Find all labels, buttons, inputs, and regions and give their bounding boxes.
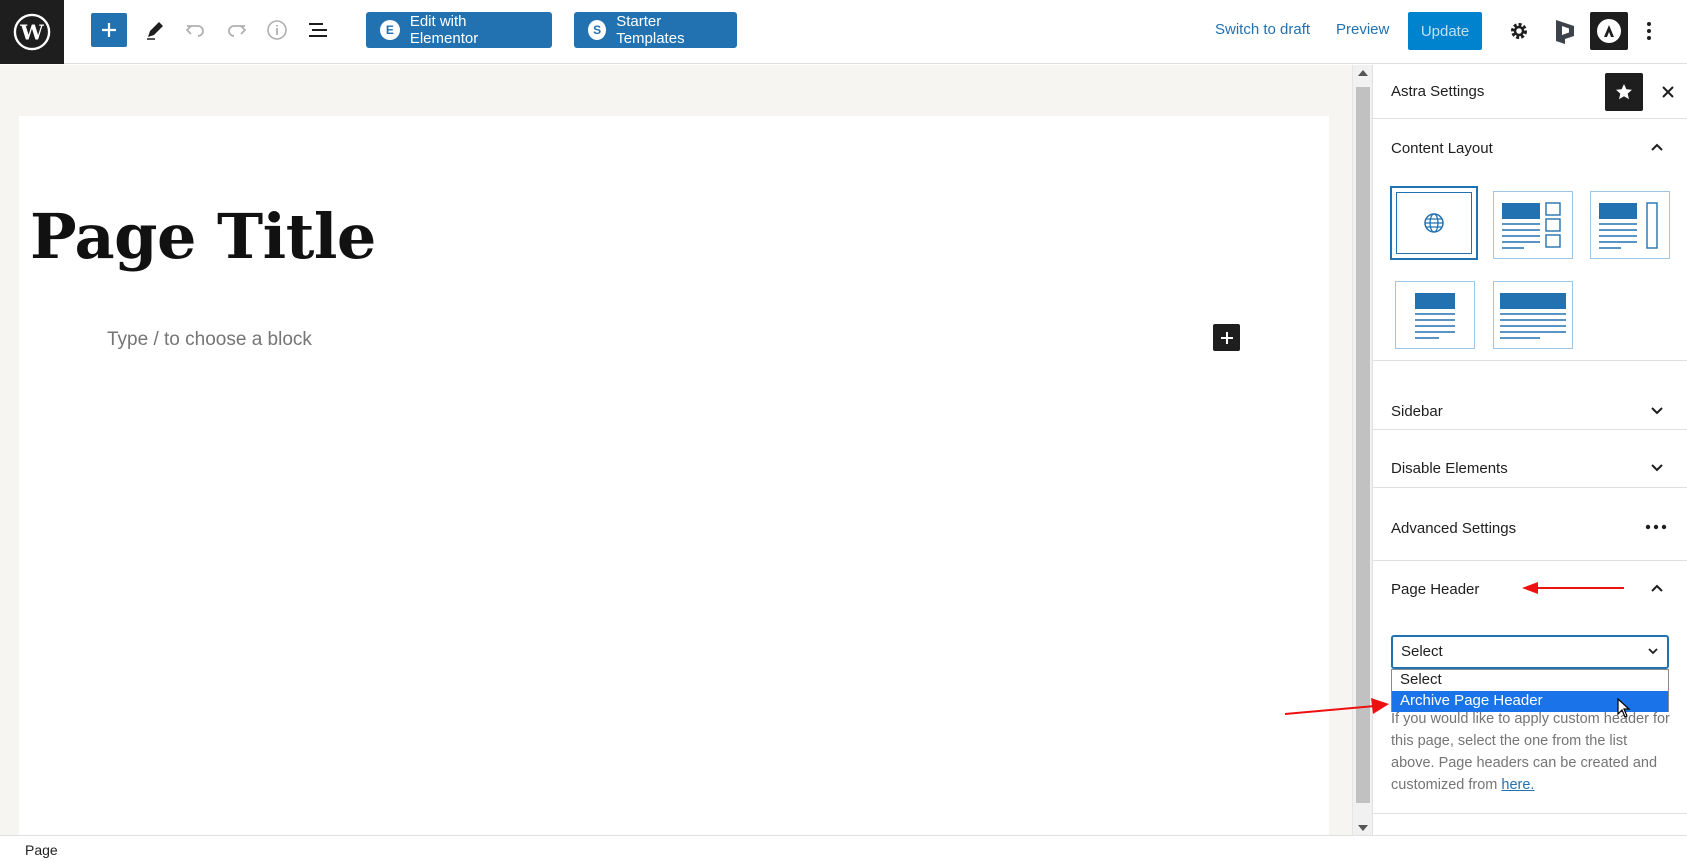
annotation-arrow-icon — [1522, 582, 1624, 594]
sidebar-header: Astra Settings — [1373, 65, 1687, 119]
layout-option-boxed[interactable] — [1493, 191, 1573, 259]
annotation-arrow-icon — [1284, 698, 1389, 715]
list-view-button[interactable] — [304, 16, 332, 44]
chevron-down-icon[interactable] — [1649, 403, 1665, 419]
plus-icon — [1220, 331, 1233, 344]
redo-icon — [228, 25, 247, 37]
pencil-icon — [147, 22, 163, 40]
settings-button[interactable] — [1502, 14, 1536, 48]
astra-settings-sidebar: Astra Settings Content Layout Sidebar Di… — [1372, 65, 1687, 835]
starter-templates-button[interactable]: S Starter Templates — [574, 12, 737, 48]
page-title[interactable]: Page Title — [30, 200, 376, 273]
plugin-p-button[interactable] — [1548, 14, 1582, 48]
more-vertical-icon — [1647, 22, 1651, 40]
chevron-up-icon[interactable] — [1649, 580, 1665, 596]
starter-templates-label: Starter Templates — [616, 13, 685, 47]
undo-icon — [185, 25, 204, 37]
more-horizontal-icon[interactable] — [1645, 519, 1667, 535]
update-button[interactable]: Update — [1408, 12, 1482, 50]
gear-icon — [1511, 23, 1527, 39]
advanced-settings-title[interactable]: Advanced Settings — [1391, 520, 1516, 537]
pin-sidebar-button[interactable] — [1605, 73, 1643, 111]
switch-to-draft-link[interactable]: Switch to draft — [1215, 21, 1310, 38]
mouse-cursor-icon — [1617, 698, 1631, 718]
astra-logo-icon — [1597, 19, 1621, 43]
sidebar-title: Astra Settings — [1391, 83, 1485, 100]
layout-content-boxed-icon — [1599, 202, 1658, 249]
scroll-down-icon[interactable] — [1358, 825, 1368, 831]
p-logo-icon — [1556, 20, 1574, 44]
layout-boxed-icon — [1502, 202, 1561, 249]
svg-text:W: W — [19, 20, 44, 45]
inline-add-block-button[interactable] — [1213, 324, 1240, 351]
page-header-help-text: If you would like to apply custom header… — [1391, 711, 1670, 793]
page-header-select[interactable]: Select — [1391, 635, 1669, 669]
chevron-down-icon[interactable] — [1649, 460, 1665, 476]
page-header-title[interactable]: Page Header — [1391, 581, 1479, 598]
content-layout-title[interactable]: Content Layout — [1391, 140, 1493, 157]
options-menu-button[interactable] — [1634, 14, 1664, 48]
redo-button[interactable] — [222, 16, 250, 44]
layout-option-default[interactable] — [1391, 187, 1477, 259]
sidebar-panel-title[interactable]: Sidebar — [1391, 403, 1443, 420]
disable-elements-title[interactable]: Disable Elements — [1391, 460, 1508, 477]
wordpress-logo-icon[interactable]: W — [0, 0, 64, 64]
globe-icon — [1424, 213, 1444, 233]
add-block-button[interactable] — [91, 13, 127, 47]
top-toolbar: W E Edit with Elementor S Starter Templa… — [0, 0, 1687, 64]
list-view-icon — [309, 23, 327, 37]
chevron-up-icon[interactable] — [1649, 139, 1665, 155]
editor-footer: Page — [0, 835, 1687, 862]
close-icon — [1662, 86, 1674, 98]
elementor-icon: E — [380, 20, 400, 40]
info-icon — [267, 20, 287, 40]
undo-button[interactable] — [182, 16, 210, 44]
page-header-select-value: Select — [1401, 643, 1443, 660]
edit-with-elementor-label: Edit with Elementor — [409, 13, 479, 47]
layout-full-width-stretched-icon — [1500, 293, 1566, 339]
dropdown-option-select[interactable]: Select — [1392, 670, 1668, 691]
wordpress-icon: W — [13, 13, 51, 51]
preview-link[interactable]: Preview — [1336, 21, 1389, 38]
close-sidebar-button[interactable] — [1653, 77, 1683, 107]
scroll-up-icon[interactable] — [1358, 70, 1368, 76]
breadcrumb[interactable]: Page — [25, 842, 58, 858]
layout-option-full-width-contained[interactable] — [1395, 281, 1475, 349]
block-placeholder[interactable]: Type / to choose a block — [107, 329, 312, 351]
layout-full-width-contained-icon — [1415, 293, 1455, 339]
edit-with-elementor-button[interactable]: E Edit with Elementor — [366, 12, 552, 48]
plus-icon — [102, 23, 116, 37]
details-button[interactable] — [263, 16, 291, 44]
chevron-down-icon — [1648, 648, 1658, 655]
here-link[interactable]: here. — [1501, 777, 1534, 793]
editor-scrollbar[interactable] — [1352, 65, 1372, 835]
star-icon — [1616, 84, 1632, 100]
layout-option-full-width-stretched[interactable] — [1493, 281, 1573, 349]
starter-templates-icon: S — [588, 20, 607, 40]
tools-button[interactable] — [141, 16, 169, 44]
astra-settings-button[interactable] — [1590, 12, 1628, 50]
layout-option-content-boxed[interactable] — [1590, 191, 1670, 259]
